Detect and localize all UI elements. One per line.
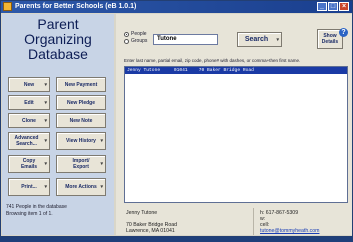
result-name: Jenny Tutone bbox=[127, 68, 161, 73]
view-history-button[interactable]: View History ▾ bbox=[56, 132, 106, 150]
maximize-button[interactable]: □ bbox=[328, 2, 338, 11]
copy-emails-button[interactable]: Copy Emails ▾ bbox=[8, 155, 50, 173]
chevron-down-icon: ▾ bbox=[100, 161, 103, 167]
app-title-line1: Parent bbox=[37, 16, 79, 32]
print-button[interactable]: Print... ▾ bbox=[8, 178, 50, 196]
status-count: 741 People in the database bbox=[6, 204, 67, 210]
search-button-label: Search bbox=[244, 35, 269, 43]
left-panel: Parent Organizing Database New ▾ New Pay… bbox=[2, 14, 114, 235]
chevron-down-icon: ▾ bbox=[44, 99, 47, 106]
view-history-label: View History bbox=[66, 138, 96, 144]
main-panel: People Groups Tutone Search ▾ Show Detai… bbox=[116, 14, 352, 235]
help-icon[interactable]: ? bbox=[339, 28, 348, 37]
chevron-down-icon: ▾ bbox=[100, 138, 103, 144]
chevron-down-icon: ▾ bbox=[276, 36, 279, 43]
radio-people-label: People bbox=[131, 31, 147, 37]
edit-button[interactable]: Edit ▾ bbox=[8, 95, 50, 110]
detail-divider bbox=[253, 208, 254, 235]
chevron-down-icon: ▾ bbox=[44, 117, 47, 124]
search-hint: Enter last name, partial email, zip code… bbox=[124, 58, 301, 63]
window-title: Parents for Better Schools (eB 1.0.1) bbox=[15, 3, 137, 10]
clone-button[interactable]: Clone ▾ bbox=[8, 113, 50, 128]
app-title-line3: Database bbox=[28, 46, 88, 62]
radio-people[interactable] bbox=[124, 32, 129, 37]
edit-button-label: Edit bbox=[24, 99, 34, 106]
app-window: Parents for Better Schools (eB 1.0.1) _ … bbox=[0, 0, 353, 237]
app-icon bbox=[3, 2, 12, 11]
radio-groups[interactable] bbox=[124, 39, 129, 44]
clone-button-label: Clone bbox=[22, 117, 36, 124]
title-bar[interactable]: Parents for Better Schools (eB 1.0.1) _ … bbox=[1, 1, 352, 13]
chevron-down-icon: ▾ bbox=[44, 184, 47, 190]
detail-pane: Jenny Tutone 70 Baker Bridge Road Lawren… bbox=[124, 207, 348, 235]
new-button[interactable]: New ▾ bbox=[8, 77, 50, 92]
search-input[interactable]: Tutone bbox=[153, 34, 218, 45]
detail-name: Jenny Tutone bbox=[126, 210, 158, 216]
close-button[interactable]: × bbox=[339, 2, 349, 11]
detail-city: Lawrence, MA 01041 bbox=[126, 228, 175, 234]
import-export-label: Import/ Export bbox=[72, 158, 90, 170]
detail-phone: h: 617-867-5309 bbox=[260, 210, 299, 216]
result-zip: 01041 bbox=[173, 68, 188, 73]
advanced-search-button[interactable]: Advanced Search... ▾ bbox=[8, 132, 50, 150]
chevron-down-icon: ▾ bbox=[44, 161, 47, 167]
new-pledge-button[interactable]: New Pledge bbox=[56, 95, 106, 110]
chevron-down-icon: ▾ bbox=[44, 81, 47, 88]
more-actions-button[interactable]: More Actions ▾ bbox=[56, 178, 106, 196]
new-note-button[interactable]: New Note bbox=[56, 113, 106, 128]
advanced-search-label: Advanced Search... bbox=[14, 135, 39, 147]
new-button-label: New bbox=[23, 81, 35, 88]
radio-groups-label: Groups bbox=[131, 38, 148, 44]
search-button[interactable]: Search ▾ bbox=[237, 32, 282, 47]
results-list[interactable]: Jenny Tutone 01041 70 Baker Bridge Road bbox=[124, 66, 348, 203]
chevron-down-icon: ▾ bbox=[44, 138, 47, 144]
chevron-down-icon: ▾ bbox=[100, 184, 103, 190]
copy-emails-label: Copy Emails bbox=[20, 158, 38, 170]
minimize-button[interactable]: _ bbox=[317, 2, 327, 11]
result-address: 70 Baker Bridge Road bbox=[198, 68, 254, 73]
import-export-button[interactable]: Import/ Export ▾ bbox=[56, 155, 106, 173]
list-item[interactable]: Jenny Tutone 01041 70 Baker Bridge Road bbox=[125, 67, 347, 74]
detail-email-link[interactable]: tutone@tommyheath.com bbox=[260, 228, 319, 234]
print-button-label: Print... bbox=[21, 184, 37, 190]
more-actions-label: More Actions bbox=[65, 184, 97, 190]
status-browsing: Browsing item 1 of 1. bbox=[6, 211, 53, 217]
new-payment-button[interactable]: New Payment bbox=[56, 77, 106, 92]
app-title-line2: Organizing bbox=[24, 31, 92, 47]
